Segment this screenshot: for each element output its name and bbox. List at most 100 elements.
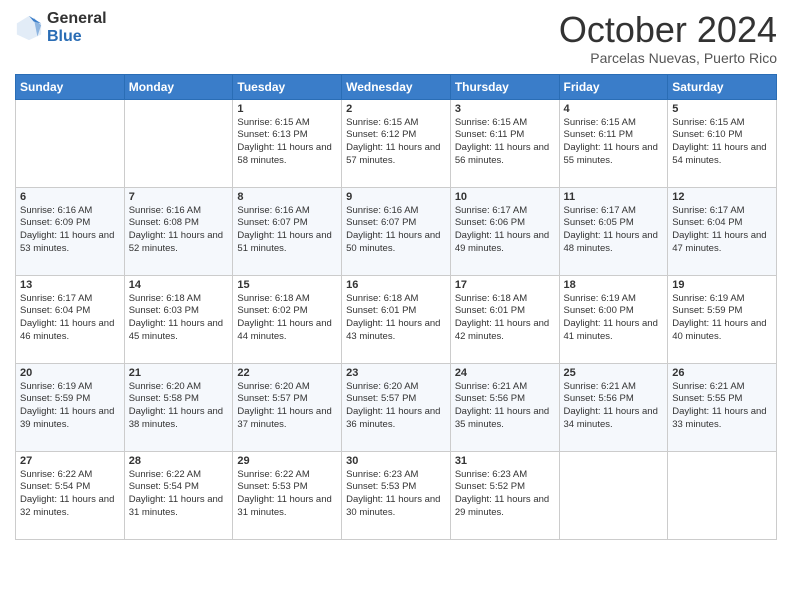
- logo-text: General Blue: [47, 10, 107, 45]
- day-info: Sunrise: 6:19 AM Sunset: 5:59 PM Dayligh…: [20, 381, 120, 432]
- calendar-cell: [668, 451, 777, 539]
- day-info: Sunrise: 6:20 AM Sunset: 5:57 PM Dayligh…: [346, 381, 446, 432]
- weekday-header-monday: Monday: [124, 74, 233, 99]
- calendar-cell: 29Sunrise: 6:22 AM Sunset: 5:53 PM Dayli…: [233, 451, 342, 539]
- calendar-cell: 6 Sunrise: 6:16 AM Sunset: 6:09 PM Daylig…: [16, 187, 125, 275]
- calendar-cell: 17 Sunrise: 6:18 AM Sunset: 6:01 PM Dayli…: [450, 275, 559, 363]
- weekday-header-tuesday: Tuesday: [233, 74, 342, 99]
- day-info: Sunrise: 6:21 AM Sunset: 5:56 PM Dayligh…: [564, 381, 664, 432]
- logo-icon: [15, 14, 43, 42]
- day-number: 18: [564, 279, 664, 291]
- day-info: Sunrise: 6:20 AM Sunset: 5:57 PM Dayligh…: [237, 381, 337, 432]
- weekday-header-sunday: Sunday: [16, 74, 125, 99]
- day-info: Sunrise: 6:16 AM Sunset: 6:07 PM Dayligh…: [237, 205, 337, 256]
- calendar-cell: 2 Sunrise: 6:15 AM Sunset: 6:12 PM Daylig…: [342, 99, 451, 187]
- day-info: Sunrise: 6:15 AM Sunset: 6:12 PM Dayligh…: [346, 117, 446, 168]
- day-number: 5: [672, 103, 772, 115]
- calendar-cell: 3 Sunrise: 6:15 AM Sunset: 6:11 PM Daylig…: [450, 99, 559, 187]
- calendar-cell: 24Sunrise: 6:21 AM Sunset: 5:56 PM Dayli…: [450, 363, 559, 451]
- day-number: 16: [346, 279, 446, 291]
- calendar-week-row: 20Sunrise: 6:19 AM Sunset: 5:59 PM Dayli…: [16, 363, 777, 451]
- day-number: 8: [237, 191, 337, 203]
- day-info: Sunrise: 6:18 AM Sunset: 6:02 PM Dayligh…: [237, 293, 337, 344]
- day-info: Sunrise: 6:15 AM Sunset: 6:10 PM Dayligh…: [672, 117, 772, 168]
- day-number: 19: [672, 279, 772, 291]
- calendar-cell: 10 Sunrise: 6:17 AM Sunset: 6:06 PM Dayli…: [450, 187, 559, 275]
- calendar-week-row: 1 Sunrise: 6:15 AM Sunset: 6:13 PM Daylig…: [16, 99, 777, 187]
- day-number: 12: [672, 191, 772, 203]
- day-number: 22: [237, 367, 337, 379]
- weekday-header-saturday: Saturday: [668, 74, 777, 99]
- calendar-cell: 21 Sunrise: 6:20 AM Sunset: 5:58 PM Dayli…: [124, 363, 233, 451]
- calendar-cell: [559, 451, 668, 539]
- day-number: 31: [455, 455, 555, 467]
- calendar-cell: 20Sunrise: 6:19 AM Sunset: 5:59 PM Dayli…: [16, 363, 125, 451]
- calendar-cell: 31Sunrise: 6:23 AM Sunset: 5:52 PM Dayli…: [450, 451, 559, 539]
- day-number: 17: [455, 279, 555, 291]
- logo-general-text: General: [47, 10, 107, 28]
- day-number: 3: [455, 103, 555, 115]
- day-number: 26: [672, 367, 772, 379]
- calendar-cell: [124, 99, 233, 187]
- day-info: Sunrise: 6:23 AM Sunset: 5:53 PM Dayligh…: [346, 469, 446, 520]
- weekday-header-friday: Friday: [559, 74, 668, 99]
- calendar-cell: 26 Sunrise: 6:21 AM Sunset: 5:55 PM Dayli…: [668, 363, 777, 451]
- logo: General Blue: [15, 10, 107, 45]
- weekday-header-wednesday: Wednesday: [342, 74, 451, 99]
- calendar-cell: 22 Sunrise: 6:20 AM Sunset: 5:57 PM Dayli…: [233, 363, 342, 451]
- calendar-cell: 1 Sunrise: 6:15 AM Sunset: 6:13 PM Daylig…: [233, 99, 342, 187]
- calendar-cell: 11 Sunrise: 6:17 AM Sunset: 6:05 PM Dayli…: [559, 187, 668, 275]
- weekday-header-row: SundayMondayTuesdayWednesdayThursdayFrid…: [16, 74, 777, 99]
- day-number: 15: [237, 279, 337, 291]
- day-info: Sunrise: 6:18 AM Sunset: 6:01 PM Dayligh…: [455, 293, 555, 344]
- day-number: 1: [237, 103, 337, 115]
- day-info: Sunrise: 6:16 AM Sunset: 6:08 PM Dayligh…: [129, 205, 229, 256]
- calendar-cell: 5 Sunrise: 6:15 AM Sunset: 6:10 PM Daylig…: [668, 99, 777, 187]
- day-info: Sunrise: 6:20 AM Sunset: 5:58 PM Dayligh…: [129, 381, 229, 432]
- calendar-cell: 27Sunrise: 6:22 AM Sunset: 5:54 PM Dayli…: [16, 451, 125, 539]
- calendar-table: SundayMondayTuesdayWednesdayThursdayFrid…: [15, 74, 777, 540]
- day-number: 7: [129, 191, 229, 203]
- calendar-week-row: 27Sunrise: 6:22 AM Sunset: 5:54 PM Dayli…: [16, 451, 777, 539]
- day-number: 28: [129, 455, 229, 467]
- day-info: Sunrise: 6:21 AM Sunset: 5:55 PM Dayligh…: [672, 381, 772, 432]
- day-number: 6: [20, 191, 120, 203]
- location-subtitle: Parcelas Nuevas, Puerto Rico: [559, 50, 777, 66]
- day-info: Sunrise: 6:15 AM Sunset: 6:13 PM Dayligh…: [237, 117, 337, 168]
- day-info: Sunrise: 6:16 AM Sunset: 6:09 PM Dayligh…: [20, 205, 120, 256]
- day-info: Sunrise: 6:17 AM Sunset: 6:05 PM Dayligh…: [564, 205, 664, 256]
- day-info: Sunrise: 6:18 AM Sunset: 6:03 PM Dayligh…: [129, 293, 229, 344]
- day-number: 30: [346, 455, 446, 467]
- calendar-cell: 19 Sunrise: 6:19 AM Sunset: 5:59 PM Dayli…: [668, 275, 777, 363]
- calendar-cell: 25Sunrise: 6:21 AM Sunset: 5:56 PM Dayli…: [559, 363, 668, 451]
- calendar-cell: 4 Sunrise: 6:15 AM Sunset: 6:11 PM Daylig…: [559, 99, 668, 187]
- day-info: Sunrise: 6:17 AM Sunset: 6:04 PM Dayligh…: [20, 293, 120, 344]
- day-info: Sunrise: 6:22 AM Sunset: 5:53 PM Dayligh…: [237, 469, 337, 520]
- day-number: 4: [564, 103, 664, 115]
- day-info: Sunrise: 6:16 AM Sunset: 6:07 PM Dayligh…: [346, 205, 446, 256]
- day-number: 10: [455, 191, 555, 203]
- header: General Blue October 2024 Parcelas Nueva…: [15, 10, 777, 66]
- day-number: 2: [346, 103, 446, 115]
- calendar-cell: 16 Sunrise: 6:18 AM Sunset: 6:01 PM Dayli…: [342, 275, 451, 363]
- day-info: Sunrise: 6:15 AM Sunset: 6:11 PM Dayligh…: [455, 117, 555, 168]
- day-number: 24: [455, 367, 555, 379]
- day-number: 14: [129, 279, 229, 291]
- title-block: October 2024 Parcelas Nuevas, Puerto Ric…: [559, 10, 777, 66]
- calendar-cell: 13Sunrise: 6:17 AM Sunset: 6:04 PM Dayli…: [16, 275, 125, 363]
- logo-blue-text: Blue: [47, 28, 107, 46]
- day-info: Sunrise: 6:17 AM Sunset: 6:04 PM Dayligh…: [672, 205, 772, 256]
- calendar-cell: 12 Sunrise: 6:17 AM Sunset: 6:04 PM Dayli…: [668, 187, 777, 275]
- calendar-cell: 9 Sunrise: 6:16 AM Sunset: 6:07 PM Daylig…: [342, 187, 451, 275]
- day-info: Sunrise: 6:18 AM Sunset: 6:01 PM Dayligh…: [346, 293, 446, 344]
- calendar-cell: 28Sunrise: 6:22 AM Sunset: 5:54 PM Dayli…: [124, 451, 233, 539]
- page: General Blue October 2024 Parcelas Nueva…: [0, 0, 792, 612]
- day-info: Sunrise: 6:15 AM Sunset: 6:11 PM Dayligh…: [564, 117, 664, 168]
- day-info: Sunrise: 6:19 AM Sunset: 5:59 PM Dayligh…: [672, 293, 772, 344]
- day-info: Sunrise: 6:17 AM Sunset: 6:06 PM Dayligh…: [455, 205, 555, 256]
- calendar-cell: 7 Sunrise: 6:16 AM Sunset: 6:08 PM Daylig…: [124, 187, 233, 275]
- day-number: 21: [129, 367, 229, 379]
- calendar-cell: 30 Sunrise: 6:23 AM Sunset: 5:53 PM Dayli…: [342, 451, 451, 539]
- day-number: 9: [346, 191, 446, 203]
- day-number: 11: [564, 191, 664, 203]
